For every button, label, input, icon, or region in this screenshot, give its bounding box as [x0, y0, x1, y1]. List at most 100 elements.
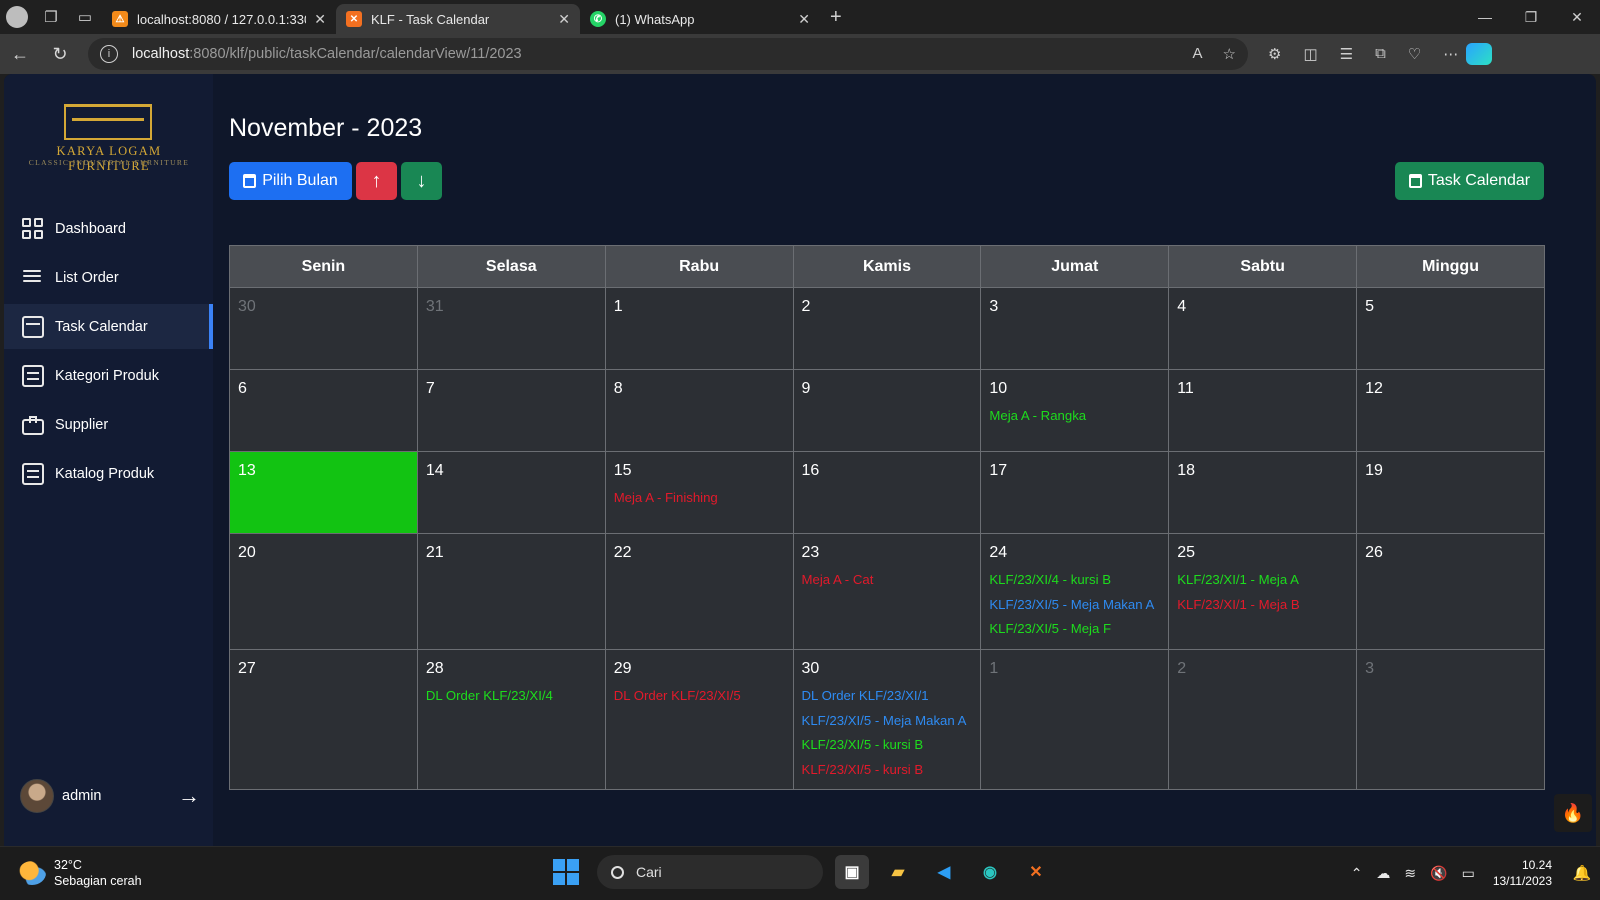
- calendar-day-cell[interactable]: 2: [1168, 649, 1358, 790]
- calendar-day-cell[interactable]: 26: [1356, 533, 1545, 650]
- calendar-day-cell[interactable]: 21: [416, 533, 606, 650]
- sidebar-item-supplier[interactable]: Supplier: [4, 402, 213, 447]
- calendar-day-cell[interactable]: 25 KLF/23/XI/1 - Meja A KLF/23/XI/1 - Meja…: [1168, 533, 1358, 650]
- notification-bell-icon[interactable]: 🔔: [1564, 864, 1600, 882]
- calendar-day-cell[interactable]: 29 DL Order KLF/23/XI/5: [604, 649, 794, 790]
- logout-arrow-icon[interactable]: →: [178, 783, 200, 809]
- new-tab-button[interactable]: +: [830, 6, 842, 29]
- calendar-day-cell[interactable]: 3: [980, 287, 1170, 370]
- calendar-day-cell[interactable]: 1: [980, 649, 1170, 790]
- sidebar-item-dashboard[interactable]: Dashboard: [4, 206, 213, 251]
- calendar-day-cell[interactable]: 2: [792, 287, 982, 370]
- calendar-event[interactable]: KLF/23/XI/5 - Meja Makan A: [802, 709, 973, 734]
- avatar[interactable]: [20, 779, 54, 813]
- sidebar-item-task-calendar[interactable]: Task Calendar: [4, 304, 213, 349]
- next-month-button[interactable]: ↓: [401, 162, 442, 200]
- calendar-day-cell[interactable]: 28 DL Order KLF/23/XI/4: [416, 649, 606, 790]
- tab-actions-icon[interactable]: ▭: [68, 0, 102, 34]
- calendar-event[interactable]: KLF/23/XI/5 - kursi B: [802, 733, 973, 758]
- read-aloud-icon[interactable]: A: [1193, 45, 1203, 63]
- close-tab-icon[interactable]: ✕: [558, 11, 570, 28]
- more-menu-icon[interactable]: ⋯: [1443, 45, 1458, 63]
- calendar-event[interactable]: DL Order KLF/23/XI/1: [802, 684, 973, 709]
- calendar-day-cell[interactable]: 1: [604, 287, 794, 370]
- vscode-icon[interactable]: ◀: [927, 855, 961, 889]
- clock[interactable]: 10.24 13/11/2023: [1493, 857, 1552, 889]
- calendar-event[interactable]: KLF/23/XI/1 - Meja B: [1177, 593, 1348, 618]
- calendar-day-cell[interactable]: 4: [1168, 287, 1358, 370]
- file-explorer-icon[interactable]: ▰: [881, 855, 915, 889]
- favorite-star-icon[interactable]: ☆: [1223, 45, 1236, 63]
- calendar-day-cell[interactable]: 11: [1168, 369, 1358, 452]
- tab-phpmyadmin[interactable]: ⚠ localhost:8080 / 127.0.0.1:3308 / ✕: [102, 4, 336, 34]
- calendar-event[interactable]: KLF/23/XI/5 - kursi B: [802, 758, 973, 783]
- previous-month-button[interactable]: ↑: [356, 162, 397, 200]
- calendar-day-cell[interactable]: 9: [792, 369, 982, 452]
- calendar-day-cell[interactable]: 18: [1168, 451, 1358, 534]
- calendar-event[interactable]: KLF/23/XI/5 - Meja Makan A: [989, 593, 1160, 618]
- reload-icon[interactable]: ↻: [40, 44, 80, 65]
- wifi-icon[interactable]: ≋: [1404, 865, 1416, 882]
- calendar-day-cell[interactable]: 22: [604, 533, 794, 650]
- copilot-icon[interactable]: [1466, 43, 1493, 65]
- workspaces-icon[interactable]: ❐: [34, 0, 68, 34]
- calendar-event[interactable]: Meja A - Finishing: [614, 486, 785, 511]
- split-screen-icon[interactable]: ◫: [1303, 45, 1317, 63]
- volume-muted-icon[interactable]: 🔇: [1430, 865, 1447, 882]
- calendar-day-cell[interactable]: 24 KLF/23/XI/4 - kursi B KLF/23/XI/5 - Mej…: [980, 533, 1170, 650]
- minimize-icon[interactable]: —: [1462, 9, 1508, 26]
- brand-logo[interactable]: KARYA LOGAM FURNITURE CLASSIC INDUSTRIAL…: [14, 100, 204, 173]
- calendar-day-cell[interactable]: 30: [229, 287, 418, 370]
- weather-widget[interactable]: 32°C Sebagian cerah: [18, 857, 142, 889]
- sidebar-item-kategori-produk[interactable]: Kategori Produk: [4, 353, 213, 398]
- calendar-day-cell[interactable]: 3: [1356, 649, 1545, 790]
- calendar-day-cell[interactable]: 27: [229, 649, 418, 790]
- calendar-event[interactable]: KLF/23/XI/1 - Meja A: [1177, 568, 1348, 593]
- calendar-day-cell[interactable]: 8: [604, 369, 794, 452]
- chevron-up-icon[interactable]: ⌃: [1351, 865, 1363, 882]
- calendar-event[interactable]: DL Order KLF/23/XI/5: [614, 684, 785, 709]
- close-tab-icon[interactable]: ✕: [798, 11, 810, 28]
- collections-icon[interactable]: ⧉: [1375, 45, 1386, 63]
- calendar-event[interactable]: KLF/23/XI/4 - kursi B: [989, 568, 1160, 593]
- calendar-day-cell[interactable]: 5: [1356, 287, 1545, 370]
- pick-month-button[interactable]: Pilih Bulan: [229, 162, 352, 200]
- calendar-day-cell[interactable]: 10 Meja A - Rangka: [980, 369, 1170, 452]
- calendar-day-cell[interactable]: 30 DL Order KLF/23/XI/1 KLF/23/XI/5 - Meja…: [792, 649, 982, 790]
- restore-icon[interactable]: ❐: [1508, 9, 1554, 26]
- calendar-day-cell[interactable]: 17: [980, 451, 1170, 534]
- battery-icon[interactable]: ▭: [1462, 865, 1475, 882]
- onedrive-icon[interactable]: ☁: [1376, 865, 1390, 882]
- calendar-day-cell[interactable]: 23 Meja A - Cat: [792, 533, 982, 650]
- sidebar-item-list-order[interactable]: List Order: [4, 255, 213, 300]
- taskbar-search[interactable]: Cari: [597, 855, 823, 889]
- windows-start-icon[interactable]: [553, 859, 579, 885]
- url-field[interactable]: i localhost:8080/klf/public/taskCalendar…: [88, 38, 1248, 70]
- calendar-day-cell[interactable]: 12: [1356, 369, 1545, 452]
- calendar-day-cell[interactable]: 6: [229, 369, 418, 452]
- browser-essentials-icon[interactable]: ♡: [1408, 45, 1421, 63]
- tab-whatsapp[interactable]: ✆ (1) WhatsApp ✕: [580, 4, 820, 34]
- calendar-day-cell-today[interactable]: 13: [229, 451, 418, 534]
- close-tab-icon[interactable]: ✕: [314, 11, 326, 28]
- task-calendar-button[interactable]: Task Calendar: [1395, 162, 1544, 200]
- calendar-event[interactable]: KLF/23/XI/5 - Meja F: [989, 617, 1160, 642]
- calendar-day-cell[interactable]: 19: [1356, 451, 1545, 534]
- sidebar-item-katalog-produk[interactable]: Katalog Produk: [4, 451, 213, 496]
- site-info-icon[interactable]: i: [100, 45, 118, 63]
- back-icon[interactable]: ←: [0, 44, 40, 65]
- profile-icon[interactable]: [0, 0, 34, 34]
- tab-task-calendar[interactable]: ✕ KLF - Task Calendar ✕: [336, 4, 580, 34]
- calendar-day-cell[interactable]: 15 Meja A - Finishing: [604, 451, 794, 534]
- edge-icon[interactable]: ◉: [973, 855, 1007, 889]
- calendar-event[interactable]: Meja A - Cat: [802, 568, 973, 593]
- favorites-icon[interactable]: ☰: [1340, 45, 1353, 63]
- calendar-day-cell[interactable]: 7: [416, 369, 606, 452]
- calendar-day-cell[interactable]: 16: [792, 451, 982, 534]
- close-window-icon[interactable]: ✕: [1554, 9, 1600, 26]
- calendar-day-cell[interactable]: 20: [229, 533, 418, 650]
- calendar-event[interactable]: Meja A - Rangka: [989, 404, 1160, 429]
- fire-icon[interactable]: 🔥: [1554, 794, 1592, 832]
- task-view-icon[interactable]: ▣: [835, 855, 869, 889]
- calendar-event[interactable]: DL Order KLF/23/XI/4: [426, 684, 597, 709]
